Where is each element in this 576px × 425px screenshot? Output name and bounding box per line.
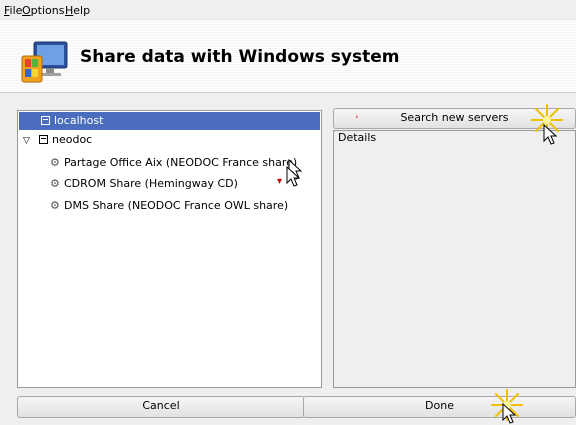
tree-item-share[interactable]: ⚙ CDROM Share (Hemingway CD): [50, 175, 238, 193]
details-label: Details: [338, 131, 377, 144]
menu-help[interactable]: Help: [65, 3, 90, 18]
expand-arrow-icon[interactable]: ▽: [23, 132, 35, 150]
server-tree[interactable]: localhost ▽ neodoc ⚙ Partage Office Aix (N…: [17, 110, 322, 388]
wizard-header: Share data with Windows system: [0, 20, 576, 92]
mouse-cursor-icon: [502, 403, 517, 424]
annotation-mark: ▾: [277, 176, 283, 187]
computer-network-icon: [21, 41, 68, 83]
menu-options[interactable]: Options: [22, 3, 64, 18]
tree-item-label: Partage Office Aix (NEODOC France share): [64, 156, 298, 169]
share-icon: ⚙: [50, 177, 60, 190]
details-panel: Details: [333, 130, 576, 388]
done-button-label: Done: [425, 399, 454, 412]
tree-item-label: DMS Share (NEODOC France OWL share): [64, 199, 289, 212]
mouse-cursor-icon: [286, 166, 301, 187]
header-divider: [0, 92, 576, 93]
annotation-mark: ˒: [355, 113, 359, 124]
host-icon: [41, 116, 50, 125]
share-icon: ⚙: [50, 156, 60, 169]
host-icon: [39, 135, 48, 144]
cancel-button-label: Cancel: [142, 399, 180, 412]
menu-file[interactable]: File: [4, 3, 22, 18]
menu-help-label: Help: [65, 4, 91, 17]
done-button[interactable]: Done: [303, 396, 576, 418]
page-title: Share data with Windows system: [80, 47, 400, 67]
menu-options-label: Options: [22, 4, 65, 17]
tree-item-label: neodoc: [52, 133, 93, 146]
mouse-cursor-icon: [543, 124, 558, 145]
share-icon: ⚙: [50, 199, 60, 212]
search-button-label: Search new servers: [400, 111, 509, 124]
menu-file-label: File: [4, 4, 23, 17]
tree-item-label: localhost: [54, 114, 104, 127]
tree-item-neodoc[interactable]: ▽ neodoc: [23, 131, 92, 149]
tree-item-share[interactable]: ⚙ DMS Share (NEODOC France OWL share): [50, 197, 288, 215]
tree-item-label: CDROM Share (Hemingway CD): [64, 177, 238, 190]
menu-bar: File Options Help: [0, 0, 576, 20]
tree-item-share[interactable]: ⚙ Partage Office Aix (NEODOC France share…: [50, 154, 297, 172]
cancel-button[interactable]: Cancel: [17, 396, 305, 418]
tree-item-localhost[interactable]: localhost: [19, 112, 320, 130]
